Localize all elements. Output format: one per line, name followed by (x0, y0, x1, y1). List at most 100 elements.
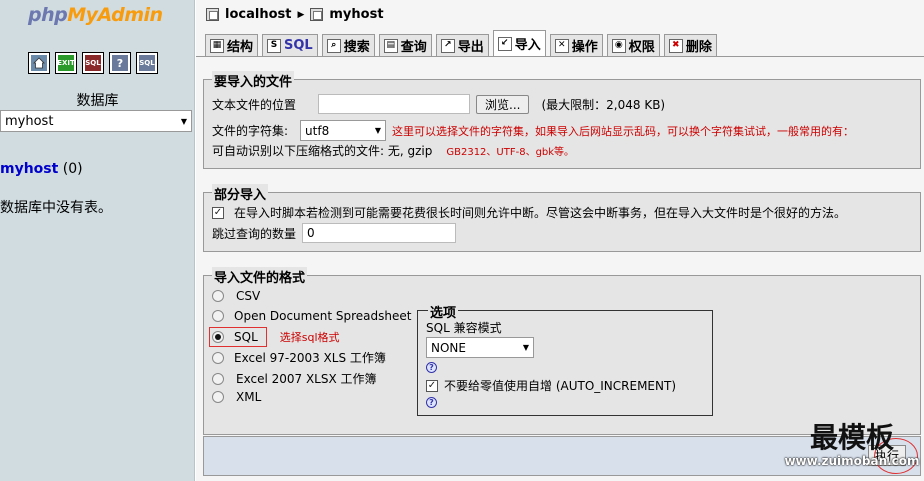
allow-interrupt-checkbox[interactable]: ✓ (212, 206, 224, 219)
import-icon: ↙ (497, 36, 512, 51)
operations-icon: ✕ (554, 38, 569, 53)
format-option[interactable]: XML (212, 390, 261, 404)
partial-import-fieldset: 部分导入 ✓ 在导入时脚本若检测到可能需要花费很长时间则允许中断。尽管这会中断事… (203, 184, 921, 252)
database-select-value: myhost (5, 113, 54, 129)
quick-links: EXIT SQL ? SQL (28, 52, 158, 74)
sql-icon: S (267, 38, 282, 53)
no-auto-value-checkbox[interactable]: ✓ (426, 379, 438, 392)
tab-drop[interactable]: ✖ 删除 (663, 34, 717, 56)
tab-label: 查询 (400, 40, 427, 55)
tab-operations[interactable]: ✕ 操作 (549, 34, 603, 56)
phpmyadmin-logo[interactable]: phpMyAdmin (28, 4, 163, 26)
tab-divider (196, 56, 924, 57)
tab-label: 搜索 (343, 40, 370, 55)
format-label: XML (236, 390, 262, 404)
partial-import-legend: 部分导入 (212, 184, 269, 203)
chevron-down-icon: ▼ (374, 126, 382, 135)
format-option[interactable]: CSV (212, 289, 260, 303)
file-path-input[interactable] (318, 94, 471, 114)
sql-query-icon[interactable]: SQL (82, 52, 104, 74)
format-label: Excel 2007 XLSX 工作簿 (236, 372, 377, 386)
format-radio-xls[interactable] (212, 351, 224, 364)
watermark-title: 最模板 (809, 421, 894, 454)
export-icon: ↗ (440, 38, 455, 53)
tab-label: 结构 (227, 40, 254, 55)
watermark: 最模板 www.zuimoban.com (782, 421, 922, 469)
browse-button[interactable]: 浏览... (476, 94, 530, 114)
charset-label: 文件的字符集: (212, 124, 289, 138)
skip-queries-label: 跳过查询的数量 (212, 226, 297, 241)
max-size-label: (最大限制：2,048 KB) (541, 97, 666, 112)
tab-label: 删除 (685, 40, 712, 55)
sql-docs-icon[interactable]: SQL (136, 52, 158, 74)
tab-search[interactable]: ⌕ 搜索 (321, 34, 375, 56)
query-icon: ▤ (383, 38, 398, 53)
main-pane: localhost ▶ myhost ▦ 结构 S SQL ⌕ 搜索 ▤ 查询 ↗ 导出 … (196, 0, 924, 481)
chevron-down-icon: ▼ (180, 116, 187, 126)
tab-structure[interactable]: ▦ 结构 (205, 34, 259, 56)
database-link[interactable]: myhost (0, 161, 58, 177)
tab-label: SQL (284, 38, 313, 53)
database-heading: 数据库 (76, 93, 119, 109)
format-option[interactable]: Excel 97-2003 XLS 工作簿 (212, 349, 386, 366)
tab-bar: ▦ 结构 S SQL ⌕ 搜索 ▤ 查询 ↗ 导出 ↙ 导入 ✕ 操作 ◉ 权限 ✖ 删除 (205, 30, 717, 56)
help-icon[interactable]: ? (426, 397, 437, 408)
tab-label: 权限 (628, 40, 655, 55)
home-icon[interactable] (28, 52, 50, 74)
database-name-line: myhost (0) (0, 161, 83, 177)
breadcrumb: localhost ▶ myhost (206, 7, 384, 22)
no-auto-value-row: ✓ 不要给零值使用自增 (AUTO_INCREMENT) (426, 377, 676, 394)
database-select[interactable]: myhost ▼ (0, 110, 192, 132)
tab-privileges[interactable]: ◉ 权限 (606, 34, 660, 56)
exit-icon[interactable]: EXIT (55, 52, 77, 74)
no-auto-value-label: 不要给零值使用自增 (AUTO_INCREMENT) (444, 379, 677, 393)
logo-text-myadmin: MyAdmin (67, 4, 163, 26)
tab-sql[interactable]: S SQL (262, 34, 318, 56)
tab-import[interactable]: ↙ 导入 (492, 30, 546, 56)
format-fieldset: 导入文件的格式 CSV Open Document Spreadsheet SQ… (203, 267, 921, 435)
format-option[interactable]: Open Document Spreadsheet (212, 309, 411, 323)
sql-annotation: 选择sql格式 (279, 331, 340, 344)
tab-label: 导入 (514, 38, 541, 53)
format-label: Open Document Spreadsheet (234, 309, 412, 323)
file-location-label: 文本文件的位置 (212, 97, 297, 112)
chevron-down-icon: ▼ (522, 343, 529, 352)
tab-export[interactable]: ↗ 导出 (435, 34, 489, 56)
charset-annotation: 这里可以选择文件的字符集，如果导入后网站显示乱码，可以换个字符集试试，一般常用的… (392, 124, 855, 138)
charset-annotation-2: GB2312、UTF-8、gbk等。 (446, 147, 575, 158)
arrow-right-icon: ▶ (297, 9, 305, 20)
search-icon: ⌕ (326, 38, 341, 53)
breadcrumb-database[interactable]: myhost (329, 7, 383, 22)
breadcrumb-server[interactable]: localhost (225, 7, 291, 22)
format-radio-ods[interactable] (212, 310, 224, 322)
structure-icon: ▦ (210, 38, 224, 53)
privileges-icon: ◉ (611, 38, 626, 53)
skip-queries-row: 跳过查询的数量 0 (212, 223, 457, 243)
compat-mode-label: SQL 兼容模式 (426, 321, 502, 335)
sql-highlight-box (209, 327, 267, 347)
skip-queries-input[interactable]: 0 (302, 223, 457, 243)
format-radio-csv[interactable] (212, 290, 224, 302)
format-option[interactable]: Excel 2007 XLSX 工作簿 (212, 370, 377, 387)
watermark-url: www.zuimoban.com (784, 454, 920, 468)
format-radio-xml[interactable] (212, 391, 224, 403)
compat-mode-select[interactable]: NONE ▼ (426, 337, 534, 358)
compat-mode-row: NONE ▼ (426, 337, 534, 358)
format-label: Excel 97-2003 XLS 工作簿 (234, 351, 386, 365)
drop-icon: ✖ (668, 38, 683, 53)
database-icon (310, 8, 324, 21)
server-icon (206, 8, 219, 21)
docs-help-icon[interactable]: ? (109, 52, 131, 74)
logo-text-php: php (28, 4, 68, 26)
charset-select-value: utf8 (305, 123, 330, 138)
no-tables-message: 数据库中没有表。 (0, 200, 112, 216)
tab-query[interactable]: ▤ 查询 (378, 34, 432, 56)
format-radio-xlsx[interactable] (212, 372, 224, 385)
charset-select[interactable]: utf8 ▼ (300, 120, 387, 141)
allow-interrupt-row: ✓ 在导入时脚本若检测到可能需要花费很长时间则允许中断。尽管这会中断事务，但在导… (212, 204, 846, 221)
sql-options-fieldset: 选项 SQL 兼容模式 NONE ▼ ? ✓ 不要给零值使用自增 (AUTO_IN… (417, 302, 713, 416)
format-label: CSV (236, 289, 261, 303)
help-icon[interactable]: ? (426, 362, 437, 373)
format-legend: 导入文件的格式 (212, 267, 308, 286)
table-count: (0) (58, 161, 83, 177)
